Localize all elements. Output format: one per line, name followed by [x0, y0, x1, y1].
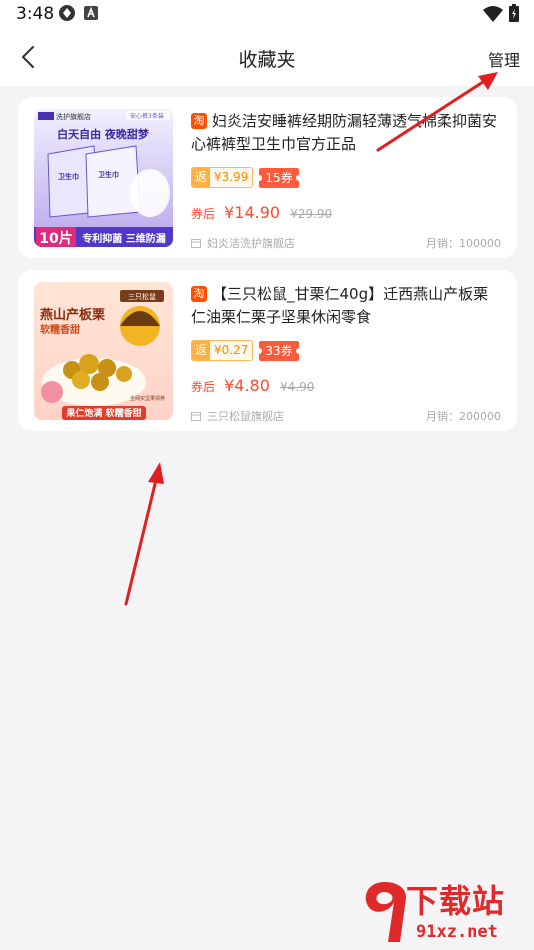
- rebate-badge: 返 ¥3.99: [191, 167, 254, 188]
- product-title-text: 妇炎洁安睡裤经期防漏轻薄透气棉柔抑菌安心裤裤型卫生巾官方正品: [191, 112, 498, 153]
- original-price: ¥29.90: [290, 207, 333, 221]
- store-row: 三只松鼠旗舰店 月销：200000: [191, 408, 501, 424]
- thumb-promo: 全网买坚果领券: [130, 395, 165, 402]
- store-icon: [191, 412, 201, 421]
- after-coupon-label: 券后: [191, 207, 216, 221]
- status-bar: 3:48: [0, 0, 534, 30]
- status-time: 3:48: [16, 4, 55, 24]
- rebate-badge: 返 ¥0.27: [191, 340, 254, 361]
- thumb-brand: 三只松鼠: [128, 292, 156, 301]
- monthly-sales: 月销：200000: [426, 410, 501, 423]
- taobao-badge-icon: 淘: [191, 286, 207, 302]
- store-name: 三只松鼠旗舰店: [207, 410, 284, 423]
- price-row: 券后 ¥4.80 ¥4.90: [191, 376, 314, 395]
- rebate-value: ¥0.27: [210, 341, 253, 360]
- wifi-icon: [483, 6, 503, 22]
- rebate-label: 返: [192, 168, 210, 187]
- coupon-tag: 33券: [256, 340, 302, 361]
- top-app-bar: 收藏夹 管理: [0, 30, 534, 86]
- thumb-headline: 白天自由 夜晚甜梦: [57, 127, 150, 141]
- store-icon: [191, 239, 201, 248]
- thumb-corner-tag: 安心裤3条装: [130, 112, 164, 120]
- after-coupon-label: 券后: [191, 380, 216, 394]
- watermark-top-text: 下载站: [406, 882, 506, 920]
- site-watermark: 下载站 91xz.net: [360, 874, 530, 950]
- product-title: 淘妇炎洁安睡裤经期防漏轻薄透气棉柔抑菌安心裤裤型卫生巾官方正品: [191, 110, 501, 156]
- product-thumbnail: 洗护旗舰店 安心裤3条装 白天自由 夜晚甜梦 卫生巾 卫生巾 10片 专利抑菌 …: [34, 109, 173, 247]
- store-row: 妇炎洁洗护旗舰店 月销：100000: [191, 235, 501, 251]
- coupon-tag: 15券: [256, 167, 302, 188]
- price-row: 券后 ¥14.90 ¥29.90: [191, 203, 332, 222]
- favorite-item-card[interactable]: 洗护旗舰店 安心裤3条装 白天自由 夜晚甜梦 卫生巾 卫生巾 10片 专利抑菌 …: [18, 97, 517, 258]
- original-price: ¥4.90: [280, 380, 315, 394]
- rebate-value: ¥3.99: [210, 168, 253, 187]
- thumb-subhead: 软糯香甜: [40, 323, 80, 336]
- coupon-row: 返 ¥0.27 33券: [191, 340, 302, 361]
- coupon-row: 返 ¥3.99 15券: [191, 167, 302, 188]
- watermark-logo-icon: [365, 882, 406, 942]
- watermark-bottom-text: 91xz.net: [416, 922, 498, 942]
- product-thumbnail: 三只松鼠 燕山产板栗 软糯香甜 全网买坚果领券 果仁饱满 软糯香甜: [34, 282, 173, 420]
- rebate-label: 返: [192, 341, 210, 360]
- battery-icon: [509, 4, 519, 22]
- current-price: ¥14.90: [224, 203, 281, 222]
- favorite-item-card[interactable]: 三只松鼠 燕山产板栗 软糯香甜 全网买坚果领券 果仁饱满 软糯香甜 淘【三只松鼠…: [18, 270, 517, 431]
- arrow-to-list: [124, 462, 164, 606]
- thumb-banner: 果仁饱满 软糯香甜: [65, 407, 141, 419]
- thumb-pack-text-2: 卫生巾: [98, 170, 119, 179]
- thumb-pack-text: 卫生巾: [58, 172, 79, 181]
- thumb-count: 10片: [39, 230, 72, 247]
- thumb-banner: 专利抑菌 三维防漏: [82, 232, 165, 245]
- manage-button[interactable]: 管理: [488, 47, 520, 71]
- thumb-headline: 燕山产板栗: [40, 307, 105, 323]
- current-price: ¥4.80: [224, 376, 270, 395]
- app-notification-icon: [59, 5, 75, 21]
- accessibility-notification-icon: [84, 6, 98, 20]
- product-title-text: 【三只松鼠_甘栗仁40g】迁西燕山产板栗仁油栗仁栗子坚果休闲零食: [191, 285, 489, 326]
- thumb-store-tag: 洗护旗舰店: [56, 112, 91, 121]
- taobao-badge-icon: 淘: [191, 113, 207, 129]
- product-title: 淘【三只松鼠_甘栗仁40g】迁西燕山产板栗仁油栗仁栗子坚果休闲零食: [191, 283, 501, 329]
- monthly-sales: 月销：100000: [426, 237, 501, 250]
- page-title: 收藏夹: [238, 49, 296, 71]
- store-name: 妇炎洁洗护旗舰店: [207, 237, 295, 250]
